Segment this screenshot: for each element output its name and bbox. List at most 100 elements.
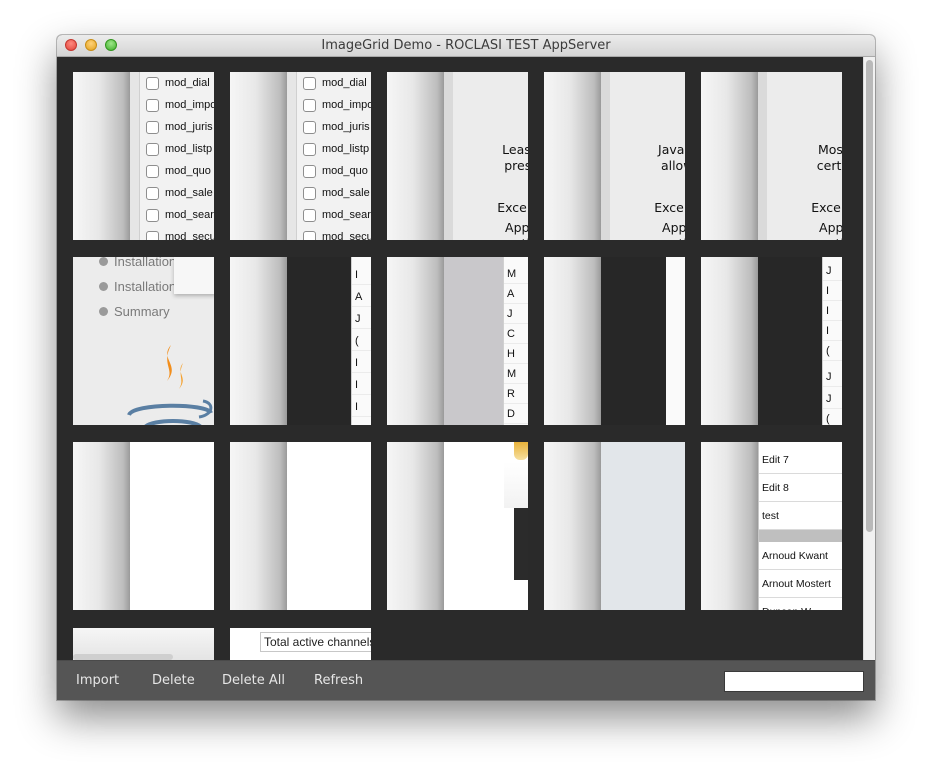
module-checkbox-list: mod_dial mod_impo mod_juris mod_listp mo…	[130, 72, 214, 240]
tile-shadow-strip	[701, 442, 758, 610]
list-item: Edit 7	[759, 446, 842, 474]
checkbox-item: mod_sear	[303, 204, 371, 226]
security-dialog: Least se present Exception Applica th	[444, 72, 528, 240]
step-bullet-icon	[99, 307, 108, 316]
checkbox-item: mod_secu	[146, 226, 214, 240]
edit-list: Edit 7 Edit 8 test Arnoud Kwant Arnout M…	[758, 442, 842, 610]
checkbox-icon	[146, 142, 159, 156]
scrollbar-thumb[interactable]	[866, 60, 873, 532]
checkbox-icon	[303, 142, 316, 156]
checkbox-item: mod_impo	[303, 94, 371, 116]
image-tile[interactable]: Java app allowed Exception Applica th	[544, 72, 685, 240]
java-logo-icon	[127, 345, 213, 425]
checkbox-icon	[146, 164, 159, 178]
search-input[interactable]	[724, 671, 864, 692]
image-tile[interactable]: J I I I ( J J (	[701, 257, 842, 425]
vertical-scrollbar[interactable]	[863, 57, 875, 660]
checkbox-icon	[146, 120, 159, 134]
list-item: Edit 8	[759, 474, 842, 502]
tile-shadow-strip	[387, 72, 444, 240]
image-tile[interactable]	[73, 628, 214, 660]
java-installer-wizard: Installation Installation Summary	[73, 257, 214, 425]
name-list: J I I I ( J J (	[822, 257, 842, 425]
checkbox-item: mod_sear	[146, 204, 214, 226]
image-tile[interactable]: Installation Installation Summary	[73, 257, 214, 425]
image-grid: mod_dial mod_impo mod_juris mod_listp mo…	[57, 57, 863, 660]
checkbox-item: mod_sale	[303, 182, 370, 204]
image-tile[interactable]	[544, 257, 685, 425]
image-tile[interactable]	[73, 442, 214, 610]
image-tile[interactable]	[544, 442, 685, 610]
blank-pane	[601, 442, 685, 610]
tile-shadow-strip	[387, 257, 444, 425]
tile-shadow-strip	[230, 72, 287, 240]
tile-shadow-strip	[230, 257, 287, 425]
checkbox-icon	[303, 98, 316, 112]
list-item: Arnout Mostert	[759, 570, 842, 598]
dark-panel	[758, 257, 823, 425]
checkbox-icon	[303, 164, 316, 178]
tile-shadow-strip	[544, 442, 601, 610]
checkbox-icon	[146, 208, 159, 222]
checkbox-icon	[303, 76, 316, 90]
checkbox-item: mod_impo	[146, 94, 214, 116]
checkbox-item: mod_dial	[146, 72, 210, 94]
wizard-step: Summary	[99, 304, 170, 319]
image-tile[interactable]	[387, 442, 528, 610]
checkbox-item: mod_quo	[303, 160, 368, 182]
image-pane	[444, 442, 528, 610]
list-item: Duncan W...	[759, 598, 842, 610]
image-fragment	[514, 508, 528, 580]
checkbox-item: mod_juris	[146, 116, 213, 138]
image-tile[interactable]: I A J ( I I I	[230, 257, 371, 425]
blank-list	[666, 257, 685, 425]
list-separator	[759, 530, 842, 542]
wizard-step: Installation	[99, 279, 176, 294]
tile-shadow-strip	[544, 72, 601, 240]
tile-shadow-strip	[701, 257, 758, 425]
checkbox-icon	[303, 208, 316, 222]
popup-panel	[174, 257, 214, 294]
security-dialog: Java app allowed Exception Applica th	[601, 72, 685, 240]
window-title: ImageGrid Demo - ROCLASI TEST AppServer	[321, 38, 611, 53]
tile-shadow-strip	[544, 257, 601, 425]
list-item: test	[759, 502, 842, 530]
blank-pane	[130, 442, 214, 610]
list-item: Arnoud Kwant	[759, 542, 842, 570]
image-tile[interactable]: Most se certifica Exception Applica th	[701, 72, 842, 240]
image-tile[interactable]	[230, 442, 371, 610]
tile-shadow-strip	[73, 442, 130, 610]
refresh-button[interactable]: Refresh	[314, 673, 363, 688]
import-button[interactable]: Import	[76, 673, 119, 688]
tile-shadow-strip	[230, 442, 287, 610]
module-checkbox-list: mod_dial mod_impo mod_juris mod_listp mo…	[287, 72, 371, 240]
checkbox-item: mod_dial	[303, 72, 367, 94]
step-bullet-icon	[99, 257, 108, 266]
tile-shadow-strip	[701, 72, 758, 240]
checkbox-icon	[146, 76, 159, 90]
checkbox-item: mod_quo	[146, 160, 211, 182]
checkbox-item: mod_sale	[146, 182, 213, 204]
title-bar: ImageGrid Demo - ROCLASI TEST AppServer	[57, 35, 875, 57]
image-tile[interactable]: mod_dial mod_impo mod_juris mod_listp mo…	[230, 72, 371, 240]
image-tile[interactable]: Total active channels	[230, 628, 371, 660]
dark-panel	[287, 257, 351, 425]
security-dialog: Most se certifica Exception Applica th	[758, 72, 842, 240]
checkbox-item: mod_secu	[303, 226, 371, 240]
tile-shadow-strip	[387, 442, 444, 610]
image-tile[interactable]: mod_dial mod_impo mod_juris mod_listp mo…	[73, 72, 214, 240]
image-tile[interactable]: Least se present Exception Applica th	[387, 72, 528, 240]
checkbox-item: mod_juris	[303, 116, 370, 138]
delete-button[interactable]: Delete	[152, 673, 195, 688]
dark-panel	[601, 257, 666, 425]
image-fragment	[514, 442, 528, 460]
checkbox-icon	[146, 186, 159, 200]
blank-pane	[287, 442, 371, 610]
image-tile[interactable]: Edit 7 Edit 8 test Arnoud Kwant Arnout M…	[701, 442, 842, 610]
step-bullet-icon	[99, 282, 108, 291]
wizard-step: Installation	[99, 257, 176, 269]
checkbox-icon	[303, 186, 316, 200]
delete-all-button[interactable]: Delete All	[222, 673, 285, 688]
image-tile[interactable]: M A J C H M R D	[387, 257, 528, 425]
channels-label: Total active channels	[260, 632, 371, 652]
